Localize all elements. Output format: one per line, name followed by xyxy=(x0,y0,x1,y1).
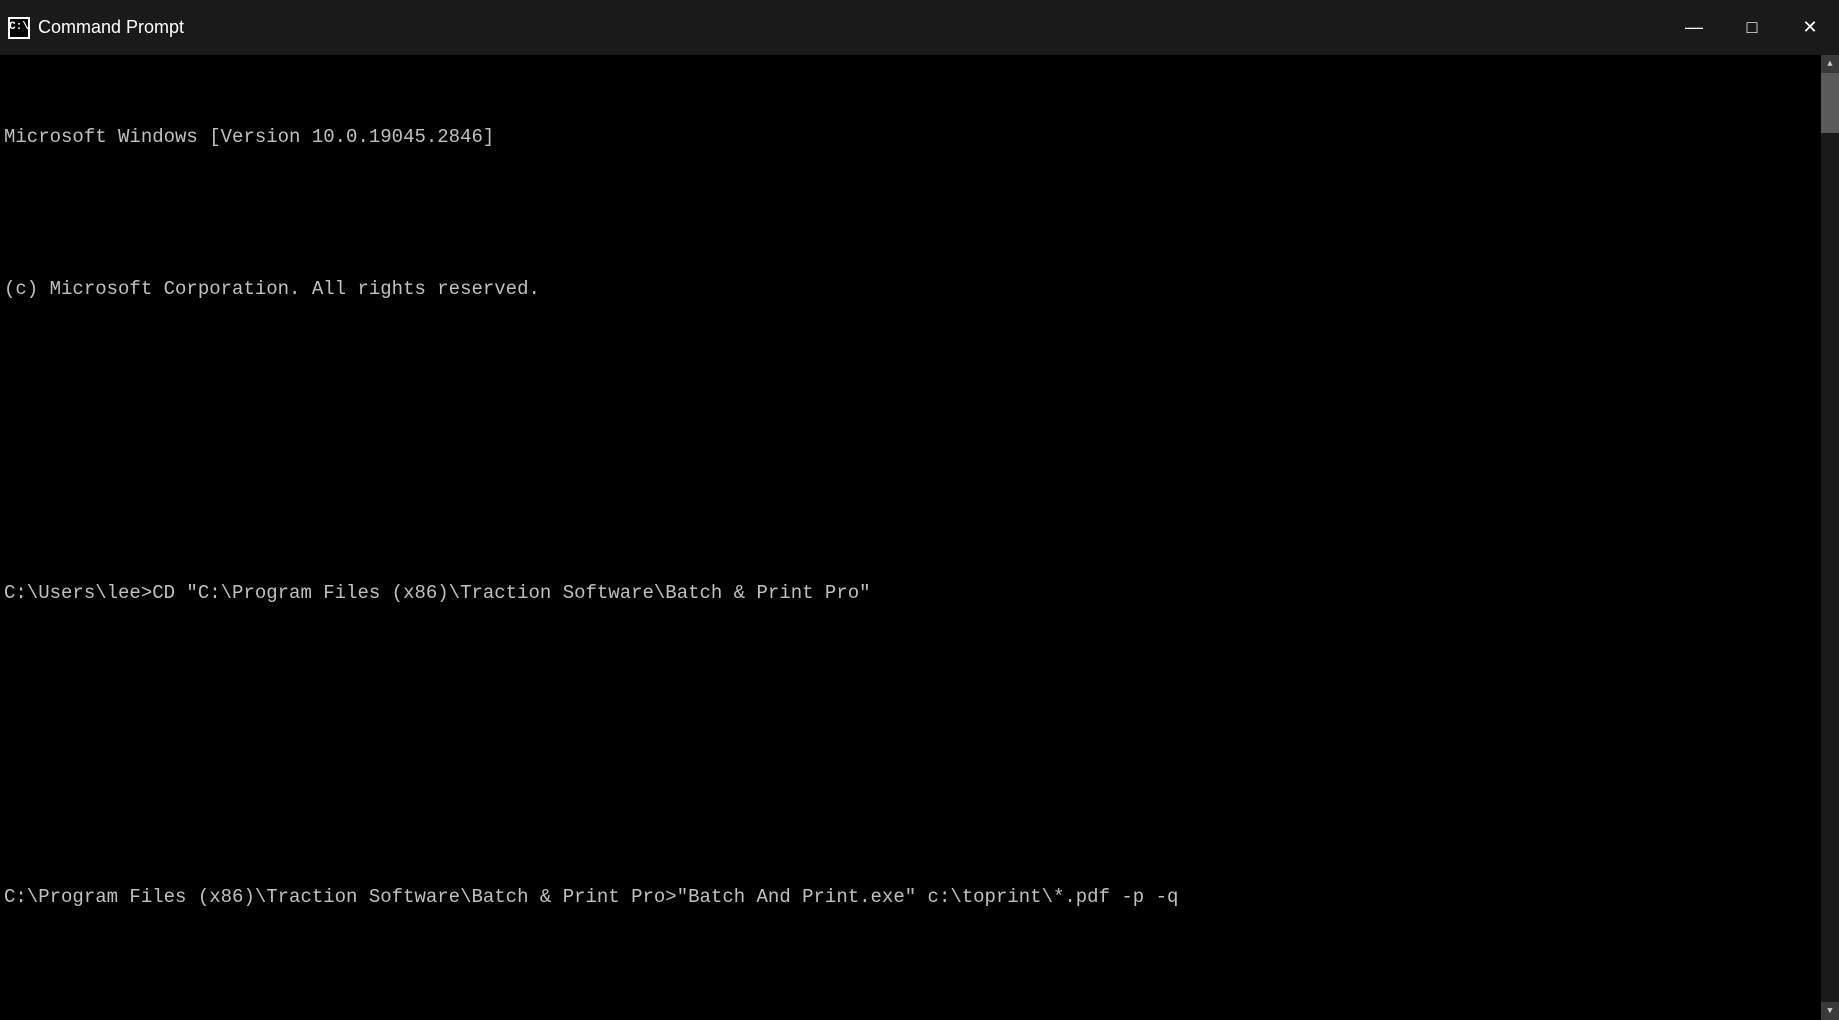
close-button[interactable]: ✕ xyxy=(1781,0,1839,55)
cmd-icon: C:\ xyxy=(8,17,30,39)
terminal-line-5 xyxy=(4,730,1817,760)
terminal-content[interactable]: Microsoft Windows [Version 10.0.19045.28… xyxy=(0,55,1821,1020)
terminal-line-2: (c) Microsoft Corporation. All rights re… xyxy=(4,274,1817,304)
command-prompt-window: C:\ Command Prompt — □ ✕ Microsoft Windo… xyxy=(0,0,1839,1020)
maximize-button[interactable]: □ xyxy=(1723,0,1781,55)
scrollbar-track[interactable] xyxy=(1821,73,1839,1002)
terminal-line-6: C:\Program Files (x86)\Traction Software… xyxy=(4,882,1817,912)
cmd-icon-label: C:\ xyxy=(9,22,29,33)
scrollbar-thumb[interactable] xyxy=(1821,73,1839,133)
title-bar-controls: — □ ✕ xyxy=(1665,0,1839,55)
scrollbar-down-button[interactable]: ▼ xyxy=(1821,1002,1839,1020)
scrollbar: ▲ ▼ xyxy=(1821,55,1839,1020)
terminal-line-3 xyxy=(4,426,1817,456)
window-title: Command Prompt xyxy=(38,17,184,38)
terminal-line-1: Microsoft Windows [Version 10.0.19045.28… xyxy=(4,122,1817,152)
terminal-line-4: C:\Users\lee>CD "C:\Program Files (x86)\… xyxy=(4,578,1817,608)
scrollbar-up-button[interactable]: ▲ xyxy=(1821,55,1839,73)
title-bar-left: C:\ Command Prompt xyxy=(8,17,184,39)
title-bar: C:\ Command Prompt — □ ✕ xyxy=(0,0,1839,55)
content-area: Microsoft Windows [Version 10.0.19045.28… xyxy=(0,55,1839,1020)
minimize-button[interactable]: — xyxy=(1665,0,1723,55)
